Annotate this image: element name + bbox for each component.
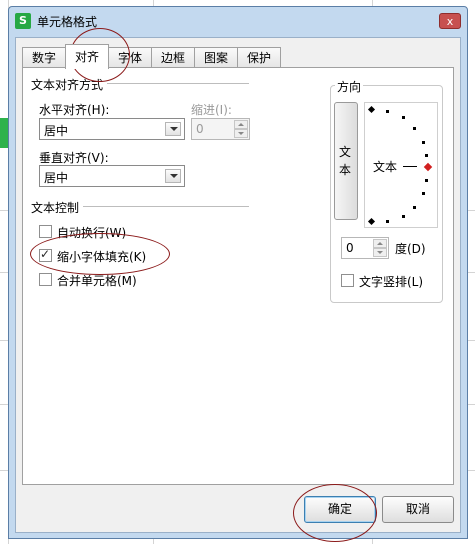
merge-cells-checkbox[interactable] — [39, 273, 52, 286]
app-logo-icon: S — [15, 13, 31, 29]
chevron-down-icon[interactable] — [165, 169, 181, 183]
dial-marker — [386, 110, 389, 113]
tab-font[interactable]: 字体 — [108, 47, 152, 68]
dial-marker — [422, 141, 425, 144]
dialog-title: 单元格格式 — [37, 15, 98, 29]
chevron-down-icon[interactable] — [165, 122, 181, 136]
alignment-panel: 文本对齐方式 水平对齐(H): 居中 缩进(I): 0 垂直对齐(V): 居中 — [22, 67, 454, 485]
dial-marker — [402, 215, 405, 218]
orientation-dial[interactable]: 文本 — [364, 102, 438, 228]
indent-spin-buttons[interactable] — [234, 120, 248, 138]
degrees-label: 度(D) — [395, 242, 426, 256]
vertical-text-button-label: 文本 — [339, 145, 352, 177]
tab-border[interactable]: 边框 — [151, 47, 195, 68]
degrees-stepper[interactable]: 0 — [341, 237, 389, 259]
orientation-group-title: 方向 — [335, 78, 364, 95]
spin-up-icon[interactable] — [373, 239, 387, 248]
horizontal-align-label: 水平对齐(H): — [39, 103, 110, 117]
vertical-layout-label[interactable]: 文字竖排(L) — [359, 273, 423, 290]
shrink-to-fit-checkbox[interactable] — [39, 247, 52, 262]
vertical-text-button[interactable]: 文本 — [334, 102, 358, 220]
indent-value: 0 — [196, 122, 204, 136]
format-cells-dialog: S 单元格格式 x 数字 对齐 字体 边框 图案 保护 文本对齐方式 水平对齐(… — [8, 6, 468, 539]
degrees-spin-buttons[interactable] — [373, 239, 387, 257]
text-alignment-group-title: 文本对齐方式 — [31, 76, 108, 93]
tab-alignment[interactable]: 对齐 — [65, 44, 109, 69]
dial-marker — [367, 105, 376, 114]
cancel-button[interactable]: 取消 — [382, 496, 454, 523]
horizontal-align-select[interactable]: 居中 — [39, 118, 185, 140]
vertical-align-label: 垂直对齐(V): — [39, 151, 109, 165]
dialog-body: 数字 对齐 字体 边框 图案 保护 文本对齐方式 水平对齐(H): 居中 缩进(… — [15, 37, 461, 533]
close-button[interactable]: x — [439, 13, 461, 29]
dial-text: 文本 — [373, 160, 398, 174]
merge-cells-label[interactable]: 合并单元格(M) — [57, 272, 137, 289]
title-bar[interactable]: S 单元格格式 x — [9, 7, 467, 35]
indent-stepper[interactable]: 0 — [191, 118, 250, 140]
indent-label: 缩进(I): — [191, 103, 232, 117]
vertical-align-select[interactable]: 居中 — [39, 165, 185, 187]
spin-down-icon[interactable] — [373, 248, 387, 257]
tab-protection[interactable]: 保护 — [237, 47, 281, 68]
dial-indicator-icon[interactable] — [423, 162, 433, 172]
dial-marker — [425, 154, 428, 157]
vertical-align-value: 居中 — [44, 171, 69, 185]
dial-pointer-line — [403, 166, 417, 167]
wrap-text-label[interactable]: 自动换行(W) — [57, 224, 126, 241]
dial-marker — [367, 217, 376, 226]
ok-button[interactable]: 确定 — [304, 496, 376, 523]
dial-marker — [386, 220, 389, 223]
vertical-layout-checkbox[interactable] — [341, 274, 354, 287]
dial-marker — [402, 116, 405, 119]
degrees-value: 0 — [346, 241, 354, 255]
dial-marker — [413, 206, 416, 209]
text-control-group-title: 文本控制 — [31, 199, 84, 216]
horizontal-align-value: 居中 — [44, 124, 69, 138]
spin-up-icon[interactable] — [234, 120, 248, 129]
dial-marker — [413, 127, 416, 130]
dial-marker — [425, 179, 428, 182]
wrap-text-checkbox[interactable] — [39, 225, 52, 238]
tab-number[interactable]: 数字 — [22, 47, 66, 68]
dial-marker — [422, 192, 425, 195]
spin-down-icon[interactable] — [234, 129, 248, 138]
shrink-to-fit-label[interactable]: 缩小字体填充(K) — [57, 248, 146, 265]
tab-pattern[interactable]: 图案 — [194, 47, 238, 68]
